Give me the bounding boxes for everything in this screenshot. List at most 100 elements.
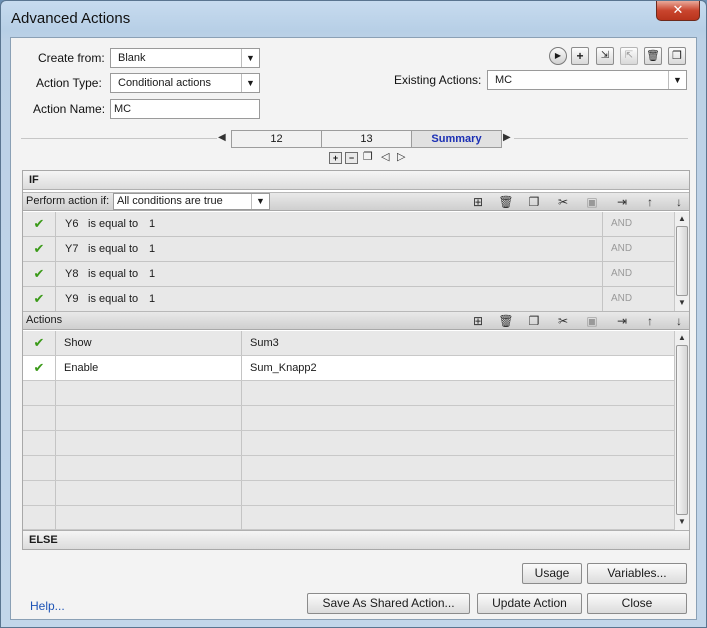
if-section-header: IF xyxy=(23,171,689,190)
close-button[interactable]: Close xyxy=(587,593,687,614)
move-down-icon[interactable]: ↓ xyxy=(670,313,688,329)
window-close-button[interactable]: ✕ xyxy=(656,1,700,21)
delete-row-icon[interactable]: 🗑 xyxy=(497,313,515,329)
condition-operator: is equal to xyxy=(88,293,139,305)
tab-prev-arrow-icon[interactable]: ◀ xyxy=(218,132,226,143)
condition-operator: is equal to xyxy=(88,268,139,280)
remove-tab-icon[interactable]: − xyxy=(345,152,358,164)
check-icon[interactable]: ✔ xyxy=(23,331,56,355)
insert-row-icon[interactable]: ⊞ xyxy=(469,194,487,210)
scroll-down-icon[interactable]: ▼ xyxy=(675,296,689,310)
tab-13[interactable]: 13 xyxy=(321,130,412,148)
else-section-header[interactable]: ELSE xyxy=(23,530,689,549)
condition-row[interactable]: ✔ Y8 is equal to 1 AND xyxy=(23,262,674,287)
condition-logic[interactable]: AND xyxy=(602,287,674,311)
title-bar[interactable]: Advanced Actions ✕ xyxy=(1,1,706,37)
condition-logic[interactable]: AND xyxy=(602,212,674,236)
condition-logic[interactable]: AND xyxy=(602,237,674,261)
add-icon[interactable]: + xyxy=(571,47,589,65)
copy-row-icon[interactable]: ❐ xyxy=(525,313,543,329)
condition-value: 1 xyxy=(149,243,156,255)
copy-row-icon[interactable]: ❐ xyxy=(525,194,543,210)
play-preview-icon[interactable]: ▶ xyxy=(549,47,567,65)
condition-logic[interactable]: AND xyxy=(602,262,674,286)
tab-summary[interactable]: Summary xyxy=(411,130,502,148)
condition-variable: Y9 xyxy=(65,293,79,305)
action-name-label: Action Name: xyxy=(33,102,106,116)
action-row-empty[interactable] xyxy=(23,431,674,456)
move-up-icon[interactable]: ↑ xyxy=(641,194,659,210)
update-action-button[interactable]: Update Action xyxy=(477,593,582,614)
separator xyxy=(514,138,688,139)
create-from-select[interactable]: Blank ▼ xyxy=(110,48,260,68)
cut-row-icon[interactable]: ✂ xyxy=(554,313,572,329)
condition-variable: Y8 xyxy=(65,268,79,280)
actions-scrollbar[interactable]: ▲ ▼ xyxy=(674,331,689,530)
action-type-value: Conditional actions xyxy=(118,77,211,89)
create-from-label: Create from: xyxy=(38,51,105,65)
insert-after-icon[interactable]: ⇥ xyxy=(613,194,631,210)
existing-actions-select[interactable]: MC ▼ xyxy=(487,70,687,90)
condition-variable: Y6 xyxy=(65,218,79,230)
add-tab-icon[interactable]: + xyxy=(329,152,342,164)
action-row-empty[interactable] xyxy=(23,456,674,481)
action-row-empty[interactable] xyxy=(23,406,674,431)
condition-operator: is equal to xyxy=(88,218,139,230)
cut-row-icon[interactable]: ✂ xyxy=(554,194,572,210)
move-up-icon[interactable]: ↑ xyxy=(641,313,659,329)
separator xyxy=(21,138,217,139)
delete-icon[interactable]: 🗑 xyxy=(644,47,662,65)
scroll-thumb[interactable] xyxy=(676,345,688,515)
insert-row-icon[interactable]: ⊞ xyxy=(469,313,487,329)
condition-row[interactable]: ✔ Y9 is equal to 1 AND xyxy=(23,287,674,312)
action-row-empty[interactable] xyxy=(23,381,674,406)
condition-row[interactable]: ✔ Y6 is equal to 1 AND xyxy=(23,212,674,237)
import-icon[interactable]: ⇲ xyxy=(596,47,614,65)
chevron-down-icon[interactable]: ▼ xyxy=(241,49,259,67)
paste-row-icon: ▣ xyxy=(586,195,598,209)
check-icon[interactable]: ✔ xyxy=(23,262,56,286)
copy-tab-icon[interactable]: ❐ xyxy=(363,150,373,163)
tab-next-arrow-icon[interactable]: ▶ xyxy=(503,132,511,143)
check-icon[interactable]: ✔ xyxy=(23,287,56,311)
move-down-icon[interactable]: ↓ xyxy=(670,194,688,210)
delete-row-icon[interactable]: 🗑 xyxy=(497,194,515,210)
dialog-body: Create from: Blank ▼ Action Type: Condit… xyxy=(10,37,697,620)
perform-action-select[interactable]: All conditions are true ▼ xyxy=(113,193,270,210)
move-tab-left-icon[interactable]: ◁ xyxy=(381,150,389,163)
actions-label: Actions xyxy=(26,314,63,326)
existing-actions-value: MC xyxy=(495,74,513,86)
usage-button[interactable]: Usage xyxy=(522,563,582,584)
condition-value: 1 xyxy=(149,293,156,305)
perform-action-label: Perform action if: xyxy=(26,195,110,207)
scroll-thumb[interactable] xyxy=(676,226,688,296)
scroll-up-icon[interactable]: ▲ xyxy=(675,212,689,226)
chevron-down-icon[interactable]: ▼ xyxy=(251,194,269,209)
action-target: Sum_Knapp2 xyxy=(250,362,317,374)
duplicate-icon[interactable]: ❐ xyxy=(668,47,686,65)
tab-12[interactable]: 12 xyxy=(231,130,322,148)
conditions-scrollbar[interactable]: ▲ ▼ xyxy=(674,212,689,311)
action-row-empty[interactable] xyxy=(23,506,674,530)
action-row-empty[interactable] xyxy=(23,481,674,506)
action-row[interactable]: ✔ Enable Sum_Knapp2 xyxy=(23,356,674,381)
variables-button[interactable]: Variables... xyxy=(587,563,687,584)
paste-row-icon: ▣ xyxy=(586,314,598,328)
move-tab-right-icon[interactable]: ▷ xyxy=(397,150,405,163)
scroll-down-icon[interactable]: ▼ xyxy=(675,515,689,529)
check-icon[interactable]: ✔ xyxy=(23,356,56,380)
condition-row[interactable]: ✔ Y7 is equal to 1 AND xyxy=(23,237,674,262)
save-as-shared-action-button[interactable]: Save As Shared Action... xyxy=(307,593,470,614)
action-type-select[interactable]: Conditional actions ▼ xyxy=(110,73,260,93)
chevron-down-icon[interactable]: ▼ xyxy=(668,71,686,89)
insert-after-icon[interactable]: ⇥ xyxy=(613,313,631,329)
action-row[interactable]: ✔ Show Sum3 xyxy=(23,331,674,356)
action-command: Enable xyxy=(56,356,242,380)
help-link[interactable]: Help... xyxy=(30,599,65,613)
chevron-down-icon[interactable]: ▼ xyxy=(241,74,259,92)
check-icon[interactable]: ✔ xyxy=(23,212,56,236)
action-name-input[interactable]: MC xyxy=(110,99,260,119)
condition-value: 1 xyxy=(149,268,156,280)
scroll-up-icon[interactable]: ▲ xyxy=(675,331,689,345)
check-icon[interactable]: ✔ xyxy=(23,237,56,261)
